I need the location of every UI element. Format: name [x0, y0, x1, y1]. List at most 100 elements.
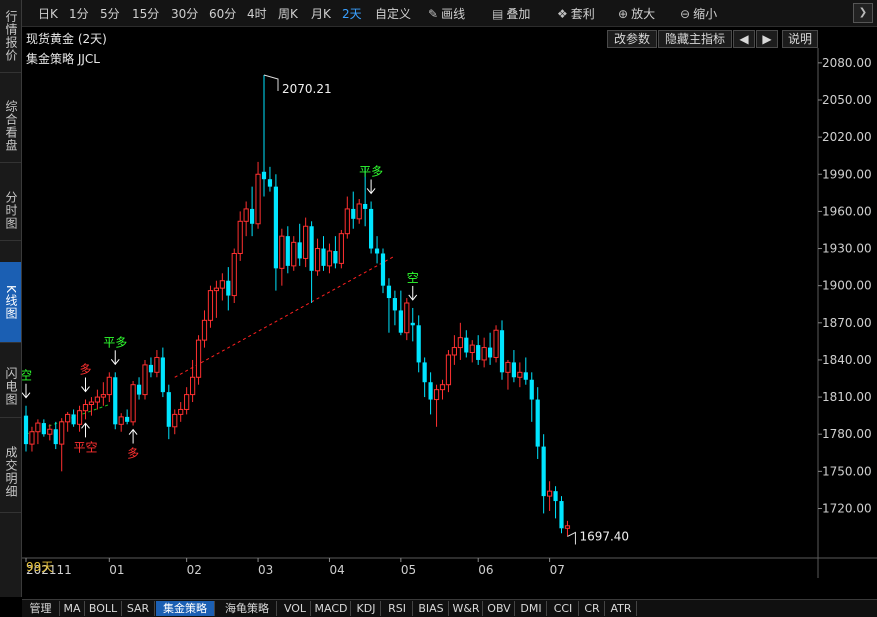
tab-sar[interactable]: SAR: [122, 601, 155, 616]
tab-jjcl[interactable]: 集金策略: [156, 601, 215, 616]
candle-body: [190, 376, 196, 396]
candle-body: [106, 376, 112, 396]
candle-body: [374, 248, 380, 254]
candle-body: [344, 208, 350, 235]
toolbar: 日K 1分 5分 15分 30分 60分 4时 周K 月K 2天 自定义 ✎ 画线…: [22, 0, 877, 27]
y-tick-label: 1870.00: [822, 316, 872, 330]
tab-kdj[interactable]: KDJ: [352, 601, 381, 616]
sidebar-tab-trades[interactable]: 成交明细: [0, 432, 21, 513]
candle-body: [439, 384, 446, 391]
collapse-button[interactable]: ❯: [853, 3, 873, 23]
tab-atr[interactable]: ATR: [606, 601, 637, 616]
candle-body: [148, 364, 154, 373]
candlestick-chart: 2080.00 2050.00 2020.00 1990.00 1960.00 1930.…: [20, 48, 877, 578]
candle-body: [309, 226, 314, 271]
candle-body: [237, 220, 243, 254]
candle-body: [166, 392, 171, 427]
candle-body: [433, 389, 440, 401]
period-15min[interactable]: 15分: [132, 5, 159, 22]
zoom-in-icon: ⊕: [618, 7, 629, 21]
candle-body: [464, 337, 469, 353]
period-custom[interactable]: 自定义: [375, 5, 411, 22]
tab-obv[interactable]: OBV: [484, 601, 515, 616]
candle-body: [398, 310, 403, 333]
candle-body: [338, 233, 344, 264]
candle-body: [41, 423, 46, 435]
tab-ma[interactable]: MA: [60, 601, 85, 616]
sidebar-tab-label: K线图: [4, 284, 18, 320]
arbitrage-button[interactable]: ❖ 套利: [557, 5, 595, 22]
next-indicator-button[interactable]: ▶: [756, 30, 778, 48]
period-60min[interactable]: 60分: [209, 5, 236, 22]
candle-body: [416, 325, 421, 363]
candle-body: [100, 394, 106, 398]
candle-body: [118, 416, 124, 425]
candle-body: [363, 203, 368, 209]
period-day[interactable]: 日K: [38, 5, 58, 22]
candle-body: [201, 319, 208, 341]
y-tick-label: 2080.00: [822, 56, 872, 70]
candle-body: [125, 416, 130, 422]
signal-label: 多: [127, 447, 139, 461]
y-tick-label: 1840.00: [822, 353, 872, 367]
tab-cr[interactable]: CR: [580, 601, 605, 616]
candle-body: [273, 186, 278, 269]
overlay-icon: ▤: [492, 7, 504, 21]
candle-body: [184, 394, 190, 410]
y-tick-label: 1960.00: [822, 204, 872, 218]
period-month[interactable]: 月K: [311, 5, 331, 22]
tab-cci[interactable]: CCI: [548, 601, 579, 616]
candle-body: [160, 357, 165, 393]
hide-main-indicator-button[interactable]: 隐藏主指标: [658, 30, 732, 48]
candle-body: [76, 410, 83, 425]
sidebar-tab-label: 成交明细: [4, 446, 18, 498]
tab-macd[interactable]: MACD: [312, 601, 351, 616]
zoom-in-button[interactable]: ⊕ 放大: [618, 5, 655, 22]
period-week[interactable]: 周K: [278, 5, 298, 22]
period-2day[interactable]: 2天: [342, 5, 362, 22]
tab-dmi[interactable]: DMI: [516, 601, 547, 616]
zoom-in-label: 放大: [631, 7, 656, 21]
draw-line-button[interactable]: ✎ 画线: [428, 5, 465, 22]
sidebar-tab-overview[interactable]: 综合看盘: [0, 90, 21, 163]
sidebar-tab-flash[interactable]: 闪电图: [0, 355, 21, 418]
candle-body: [333, 251, 338, 264]
candle-body: [255, 173, 261, 225]
zoom-out-button[interactable]: ⊖ 缩小: [680, 5, 717, 22]
signal-label: 平多: [103, 335, 127, 349]
candle-body: [82, 404, 89, 412]
candle-body: [351, 208, 356, 219]
sidebar-tab-kline[interactable]: K线图: [0, 262, 21, 343]
candle-body: [243, 208, 249, 222]
candle-body: [476, 345, 481, 360]
period-30min[interactable]: 30分: [171, 5, 198, 22]
candle-body: [529, 379, 534, 400]
candle-body: [523, 372, 528, 380]
arrow-right-icon: ▶: [762, 32, 772, 46]
overlay-label: 叠加: [506, 7, 531, 21]
change-params-button[interactable]: 改参数: [607, 30, 657, 48]
period-1min[interactable]: 1分: [69, 5, 89, 22]
overlay-button[interactable]: ▤ 叠加: [492, 5, 530, 22]
candle-body: [279, 235, 285, 269]
high-marker-line: [263, 74, 279, 91]
tab-boll[interactable]: BOLL: [85, 601, 122, 616]
tab-rsi[interactable]: RSI: [382, 601, 413, 616]
chart-area[interactable]: 2080.00 2050.00 2020.00 1990.00 1960.00 1930.…: [20, 48, 877, 578]
prev-indicator-button[interactable]: ◀: [733, 30, 755, 48]
sidebar-tab-quotes[interactable]: 行情报价: [0, 0, 21, 73]
candle-body: [71, 414, 76, 425]
candle-body: [499, 330, 505, 373]
help-button[interactable]: 说明: [782, 30, 818, 48]
tab-wr[interactable]: W&R: [450, 601, 483, 616]
candle-body: [65, 413, 71, 423]
period-4h[interactable]: 4时: [247, 5, 267, 22]
tab-turtle[interactable]: 海龟策略: [218, 601, 277, 616]
left-sidebar: 行情报价 综合看盘 分时图 K线图 闪电图 成交明细: [0, 0, 22, 597]
tab-bias[interactable]: BIAS: [414, 601, 449, 616]
period-5min[interactable]: 5分: [100, 5, 120, 22]
tab-manage[interactable]: 管理: [22, 601, 60, 616]
candle-body: [321, 248, 326, 266]
tab-vol[interactable]: VOL: [280, 601, 311, 616]
sidebar-tab-timeshare[interactable]: 分时图: [0, 180, 21, 241]
